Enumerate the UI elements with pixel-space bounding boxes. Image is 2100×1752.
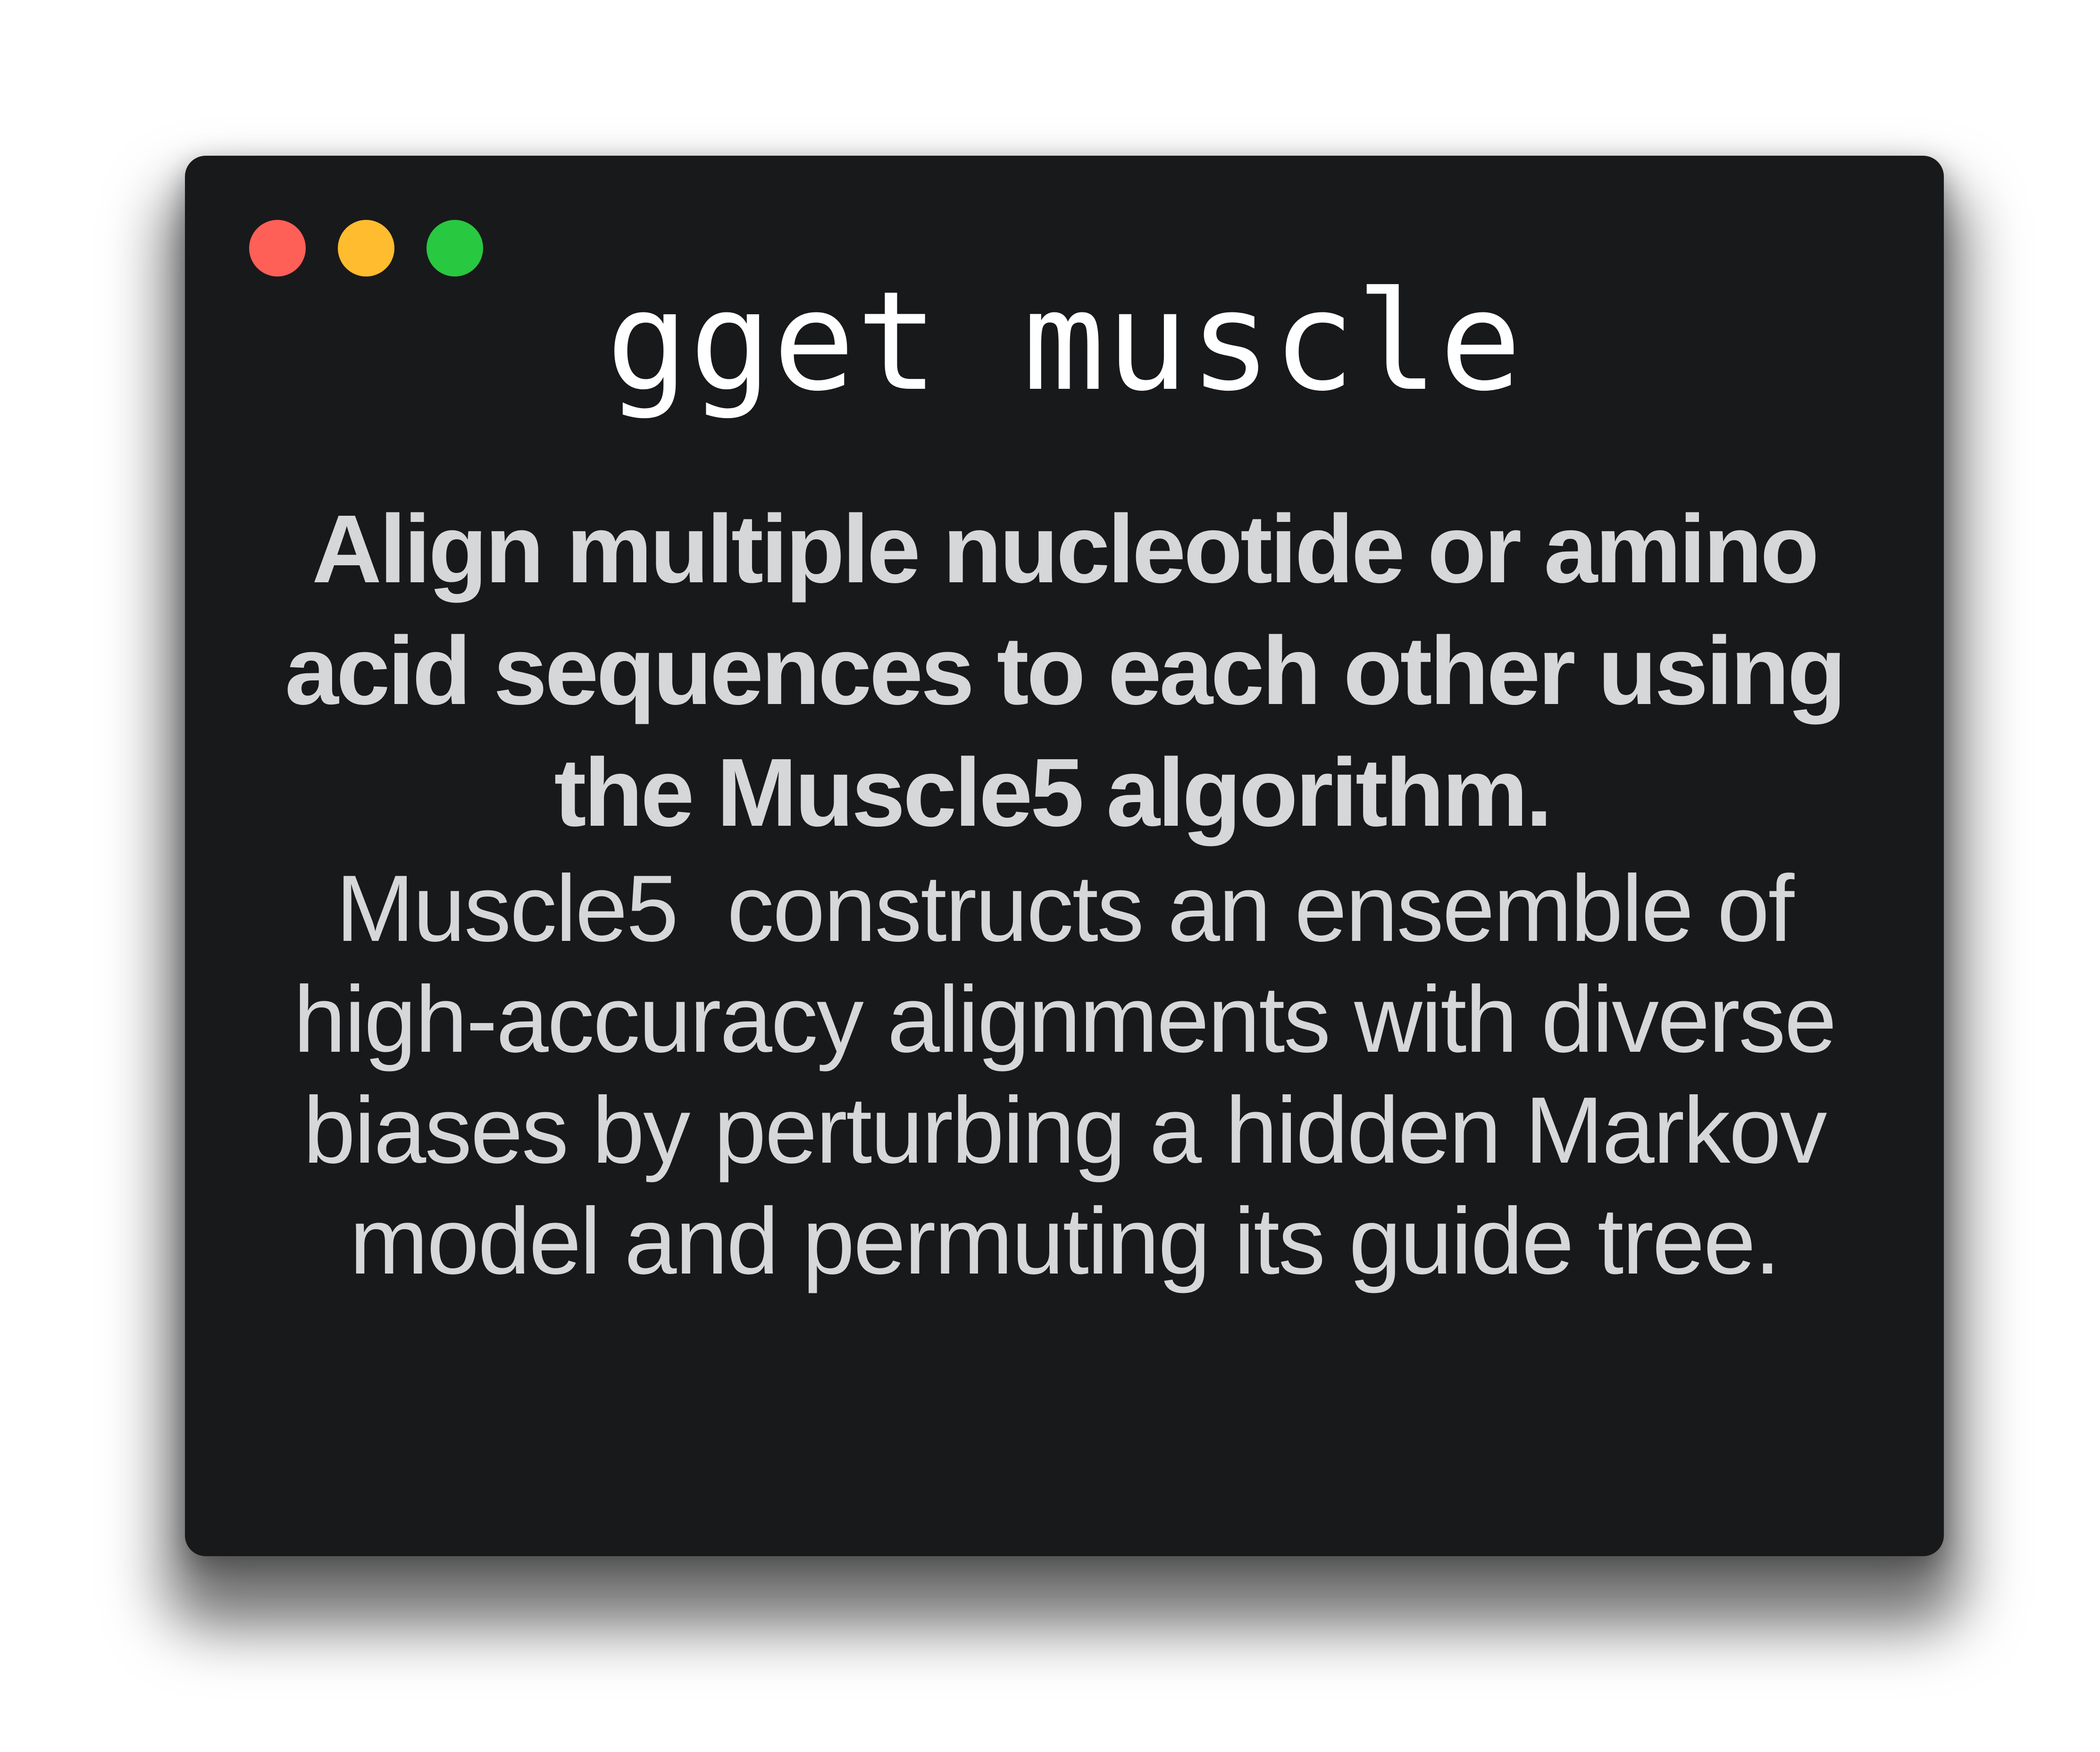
description-line: Muscle5 constructs an ensemble of bbox=[335, 856, 1794, 961]
description: Muscle5 constructs an ensemble of high-a… bbox=[185, 853, 1944, 1297]
terminal-window: gget muscle Align multiple nucleotide or… bbox=[185, 156, 1944, 1556]
headline: Align multiple nucleotide or amino acid … bbox=[185, 488, 1944, 854]
headline-line: acid sequences to each other using bbox=[284, 617, 1847, 725]
command-title: gget muscle bbox=[606, 262, 1523, 421]
headline-line: Align multiple nucleotide or amino bbox=[312, 495, 1819, 603]
close-dot-icon[interactable] bbox=[249, 220, 306, 277]
description-line: high-accuracy alignments with diverse bbox=[293, 967, 1837, 1072]
maximize-dot-icon[interactable] bbox=[427, 220, 483, 277]
headline-line: the Muscle5 algorithm. bbox=[554, 738, 1575, 847]
description-line: model and permuting its guide tree. bbox=[349, 1189, 1781, 1294]
canvas: gget muscle Align multiple nucleotide or… bbox=[0, 0, 2100, 1752]
minimize-dot-icon[interactable] bbox=[338, 220, 394, 277]
description-line: biases by perturbing a hidden Markov bbox=[303, 1078, 1827, 1183]
